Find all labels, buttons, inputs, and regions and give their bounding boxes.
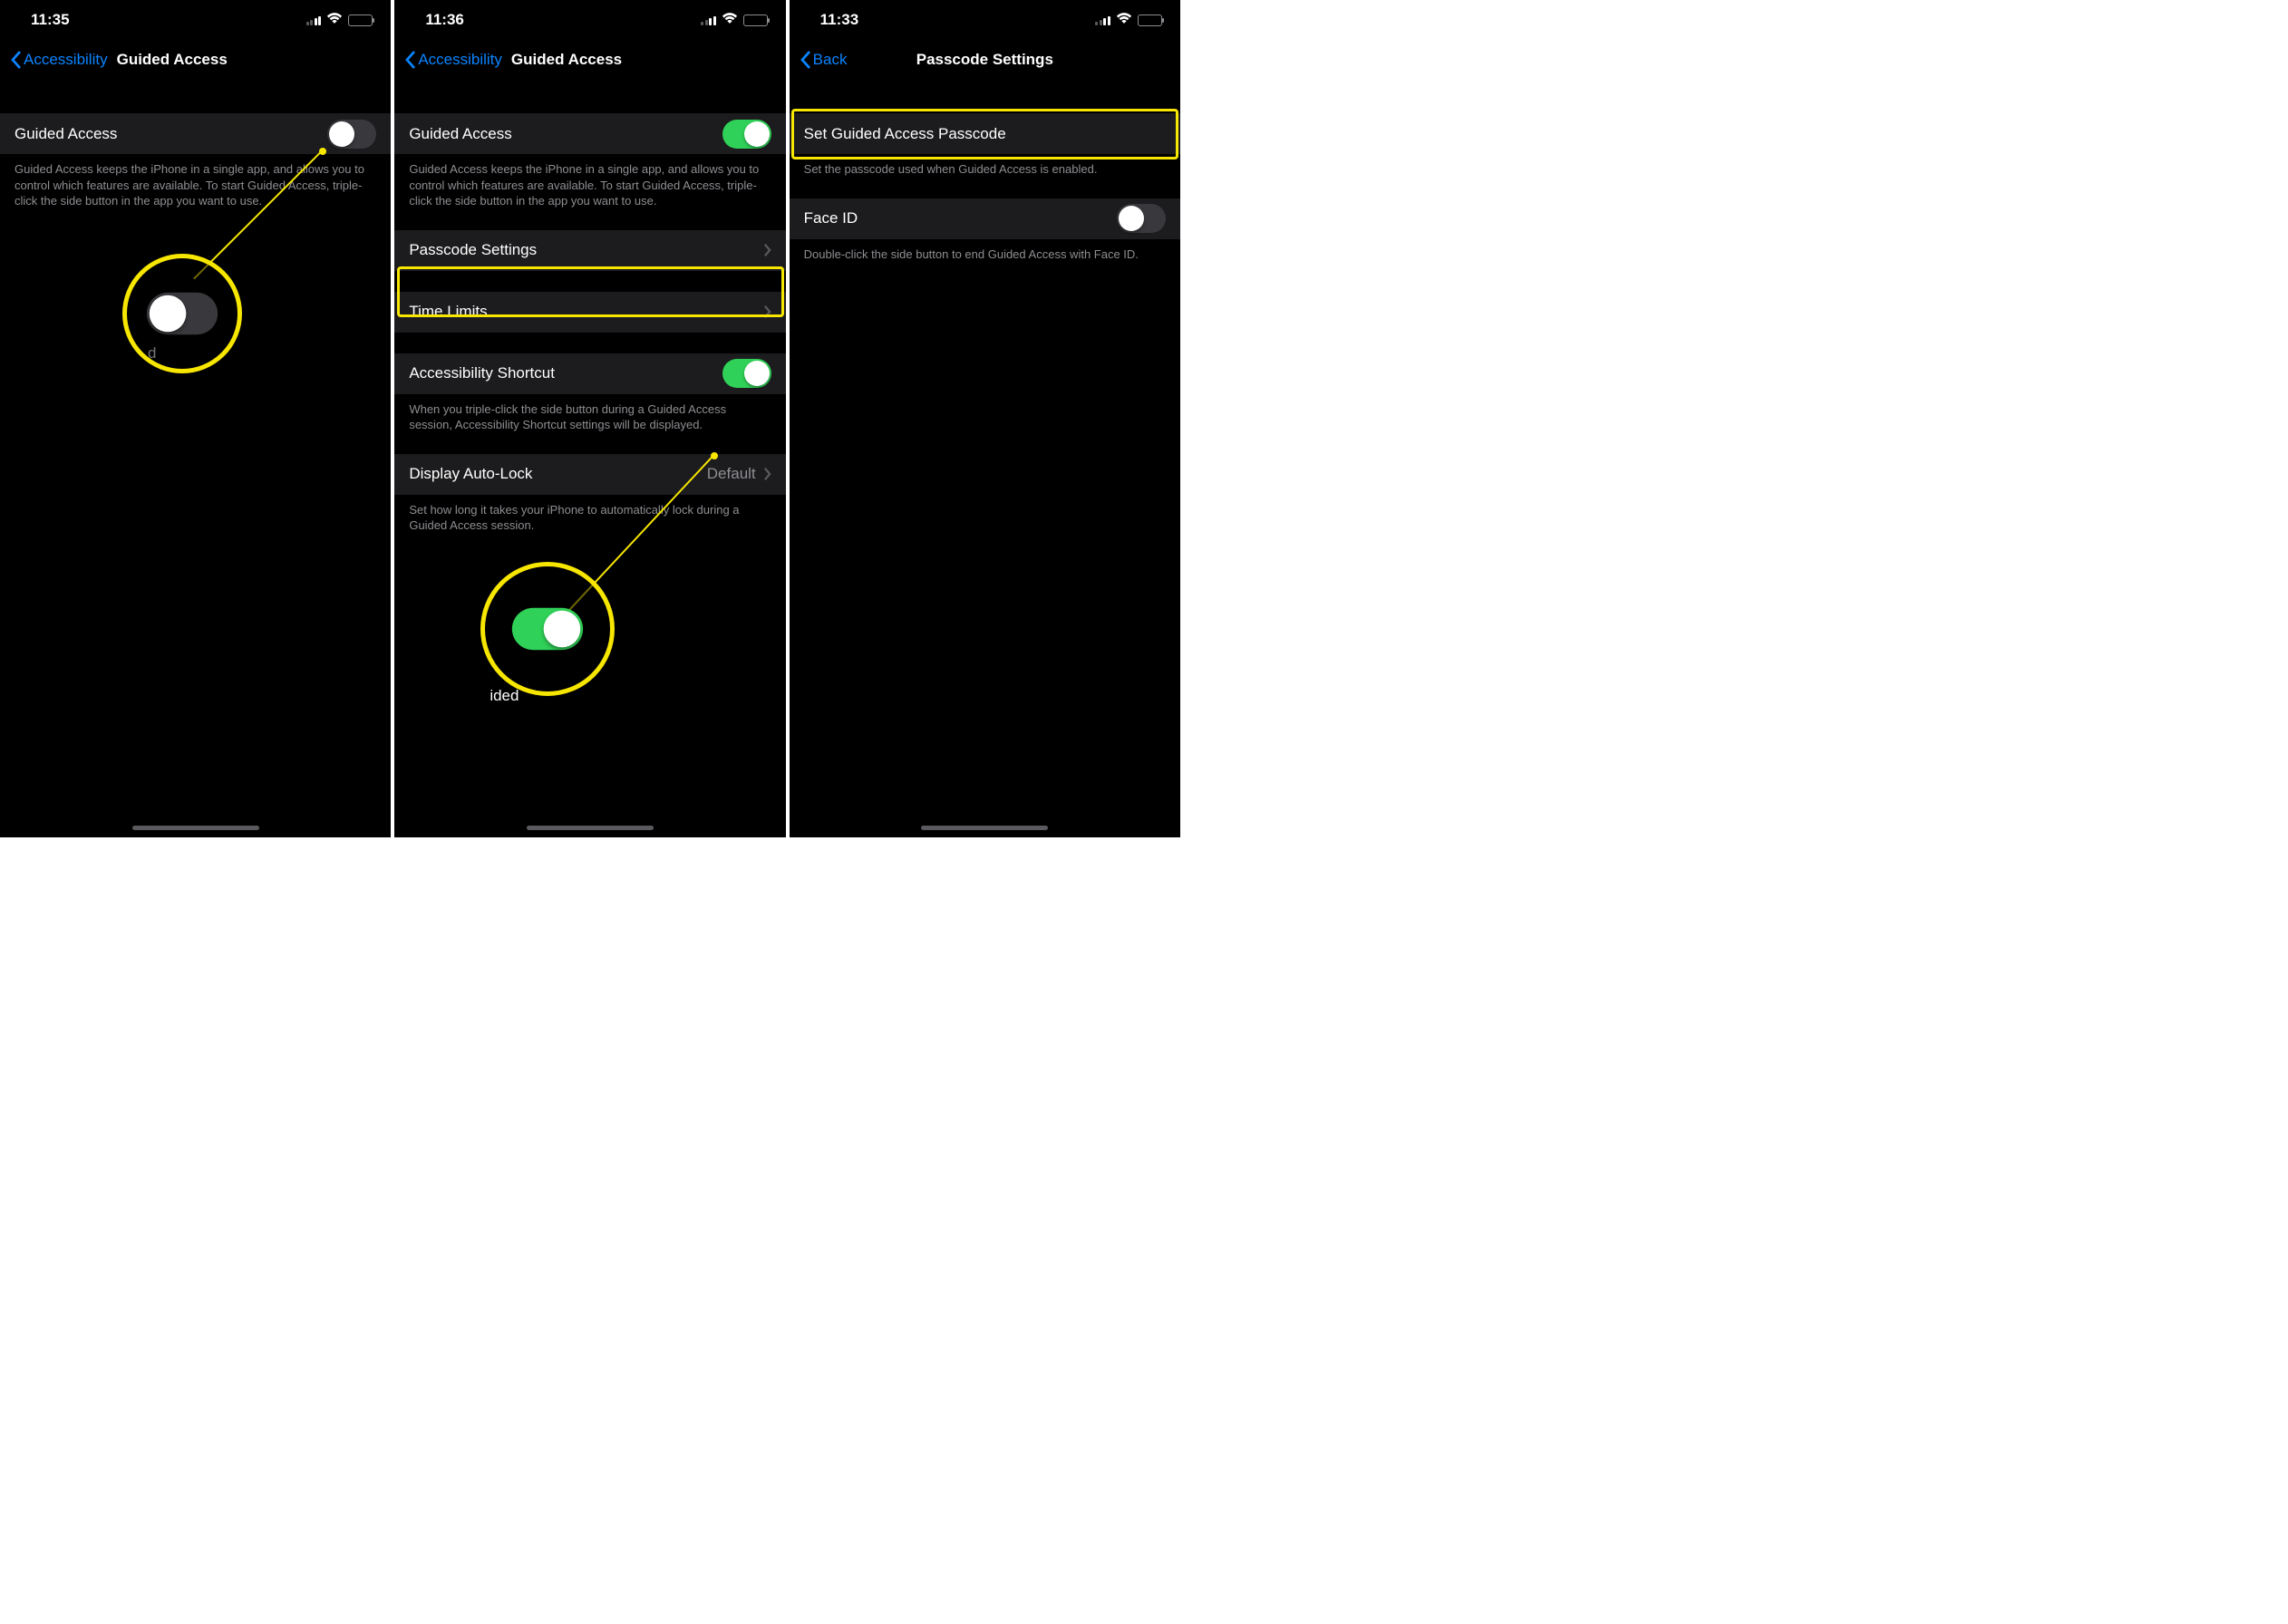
row-time-limits[interactable]: Time Limits [394, 291, 785, 333]
accessibility-shortcut-toggle[interactable] [722, 359, 771, 388]
chevron-right-icon [763, 467, 771, 481]
row-display-autolock[interactable]: Display Auto-Lock Default [394, 453, 785, 495]
back-label: Back [813, 51, 848, 69]
row-guided-access[interactable]: Guided Access [394, 112, 785, 154]
back-label: Accessibility [418, 51, 502, 69]
row-face-id[interactable]: Face ID [790, 198, 1180, 239]
nav-bar: Accessibility Guided Access [0, 40, 391, 80]
home-indicator [132, 826, 259, 830]
status-bar: 11:35 [0, 0, 391, 40]
footer-guided-access: Guided Access keeps the iPhone in a sing… [0, 154, 391, 209]
row-label: Guided Access [15, 125, 117, 143]
wifi-icon [326, 11, 343, 29]
footer-guided-access: Guided Access keeps the iPhone in a sing… [394, 154, 785, 209]
battery-icon [1138, 14, 1162, 26]
home-indicator [527, 826, 654, 830]
status-bar: 11:33 [790, 0, 1180, 40]
zoom-caption: ided [490, 687, 519, 705]
zoom-caption: d [148, 344, 156, 362]
row-label: Time Limits [409, 303, 487, 321]
cellular-icon [701, 14, 716, 25]
row-label: Set Guided Access Passcode [804, 125, 1006, 143]
footer-shortcut: When you triple-click the side button du… [394, 394, 785, 433]
footer-display: Set how long it takes your iPhone to aut… [394, 495, 785, 534]
guided-access-toggle[interactable] [327, 120, 376, 149]
back-button[interactable]: Back [797, 50, 851, 70]
wifi-icon [722, 11, 738, 29]
chevron-right-icon [763, 304, 771, 319]
row-label: Guided Access [409, 125, 511, 143]
page-title: Guided Access [511, 51, 622, 69]
footer-face-id: Double-click the side button to end Guid… [790, 239, 1180, 263]
zoom-shortcut-toggle [512, 608, 583, 650]
row-label: Accessibility Shortcut [409, 364, 555, 382]
screen-guided-access-off: 11:35 Accessibility Guided Access Guided… [0, 0, 391, 837]
back-button[interactable]: Accessibility [7, 50, 111, 70]
row-accessibility-shortcut[interactable]: Accessibility Shortcut [394, 353, 785, 394]
battery-icon [348, 14, 373, 26]
chevron-right-icon [763, 243, 771, 257]
row-guided-access[interactable]: Guided Access [0, 112, 391, 154]
row-value: Default [707, 465, 756, 483]
status-bar: 11:36 [394, 0, 785, 40]
row-label: Passcode Settings [409, 241, 537, 259]
cellular-icon [306, 14, 322, 25]
status-time: 11:36 [425, 11, 464, 29]
nav-bar: Back Passcode Settings [790, 40, 1180, 80]
cellular-icon [1095, 14, 1110, 25]
screen-guided-access-on: 11:36 Accessibility Guided Access Guided… [394, 0, 785, 837]
nav-bar: Accessibility Guided Access [394, 40, 785, 80]
status-time: 11:35 [31, 11, 70, 29]
battery-icon [743, 14, 768, 26]
status-icons [1095, 11, 1162, 29]
home-indicator [921, 826, 1048, 830]
wifi-icon [1116, 11, 1132, 29]
back-button[interactable]: Accessibility [402, 50, 506, 70]
row-label: Face ID [804, 209, 858, 227]
page-title: Guided Access [117, 51, 228, 69]
status-time: 11:33 [820, 11, 859, 29]
row-set-passcode[interactable]: Set Guided Access Passcode [790, 112, 1180, 154]
row-label: Display Auto-Lock [409, 465, 532, 483]
screen-passcode-settings: 11:33 Back Passcode Settings Set Guided … [790, 0, 1180, 837]
zoom-guided-access-toggle [147, 293, 218, 334]
guided-access-toggle[interactable] [722, 120, 771, 149]
row-passcode-settings[interactable]: Passcode Settings [394, 229, 785, 271]
footer-set-passcode: Set the passcode used when Guided Access… [790, 154, 1180, 178]
status-icons [306, 11, 373, 29]
back-label: Accessibility [24, 51, 108, 69]
face-id-toggle[interactable] [1117, 204, 1166, 233]
status-icons [701, 11, 768, 29]
